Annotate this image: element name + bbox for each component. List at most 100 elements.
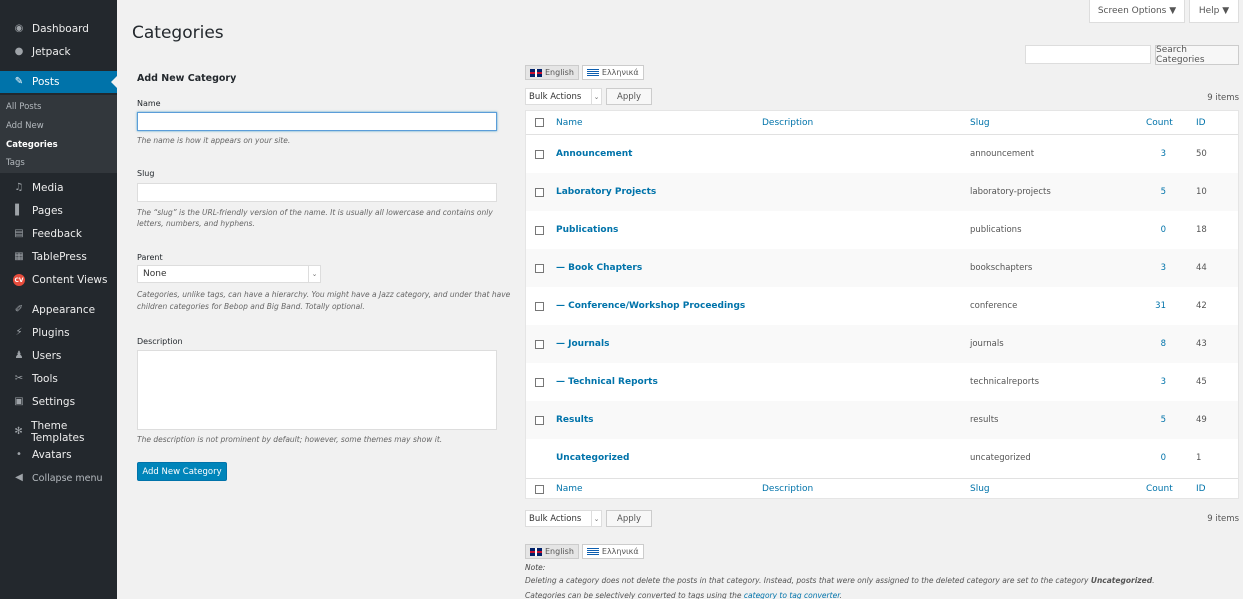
category-id: 50	[1196, 149, 1207, 159]
submenu-categories[interactable]: Categories	[6, 140, 58, 150]
category-name[interactable]: — Conference/Workshop Proceedings	[556, 301, 745, 311]
content-views-icon: CV	[13, 274, 25, 286]
submenu-add-new[interactable]: Add New	[6, 121, 44, 131]
menu-pages[interactable]: ▌ Pages	[0, 200, 117, 222]
col-name[interactable]: Name	[556, 484, 583, 494]
row-checkbox[interactable]	[535, 263, 544, 273]
category-count[interactable]: 8	[1146, 339, 1166, 349]
category-id: 18	[1196, 225, 1207, 235]
chevron-down-icon: ⌄	[308, 266, 320, 282]
menu-theme-templates[interactable]: ✻ Theme Templates	[0, 420, 117, 444]
category-count[interactable]: 0	[1146, 453, 1166, 463]
row-checkbox[interactable]	[535, 187, 544, 197]
row-checkbox[interactable]	[535, 377, 544, 387]
category-count[interactable]: 3	[1146, 263, 1166, 273]
menu-collapse[interactable]: ◀ Collapse menu	[0, 467, 117, 489]
category-name[interactable]: — Journals	[556, 339, 609, 349]
submenu-all-posts[interactable]: All Posts	[6, 102, 41, 112]
language-switcher: English Ελληνικά	[525, 65, 644, 80]
select-all-checkbox[interactable]	[535, 118, 544, 127]
menu-settings[interactable]: ▣ Settings	[0, 391, 117, 413]
plugin-icon: ⚡	[15, 327, 23, 338]
row-checkbox[interactable]	[535, 225, 544, 235]
slug-hint: letters, numbers, and hyphens.	[137, 219, 255, 228]
note-text-part: Deleting a category does not delete the …	[525, 576, 1091, 585]
description-field[interactable]	[137, 350, 497, 430]
submenu-tags[interactable]: Tags	[6, 158, 25, 168]
category-name[interactable]: — Book Chapters	[556, 263, 642, 273]
category-count[interactable]: 5	[1146, 187, 1166, 197]
col-slug[interactable]: Slug	[970, 118, 990, 128]
col-name[interactable]: Name	[556, 118, 583, 128]
category-name[interactable]: Publications	[556, 225, 618, 235]
category-slug: technicalreports	[970, 377, 1040, 387]
category-name[interactable]: Uncategorized	[556, 453, 629, 463]
category-name[interactable]: — Technical Reports	[556, 377, 658, 387]
row-checkbox[interactable]	[535, 149, 544, 159]
settings-icon: ▣	[14, 396, 24, 407]
lang-english[interactable]: English	[525, 65, 579, 80]
menu-jetpack[interactable]: ● Jetpack	[0, 41, 117, 63]
menu-media[interactable]: ♫ Media	[0, 177, 117, 199]
category-count[interactable]: 3	[1146, 377, 1166, 387]
paintbrush-icon: ✐	[14, 304, 24, 315]
category-count[interactable]: 0	[1146, 225, 1166, 235]
menu-content-views[interactable]: CV Content Views	[0, 269, 117, 291]
bulk-actions-select[interactable]: Bulk Actions ⌄	[525, 510, 602, 527]
search-input[interactable]	[1025, 45, 1151, 64]
category-id: 1	[1196, 453, 1202, 463]
lang-greek[interactable]: Ελληνικά	[581, 65, 644, 80]
help-button[interactable]: Help ▼	[1189, 0, 1239, 23]
lang-english[interactable]: English	[525, 544, 579, 559]
menu-posts[interactable]: ✎ Posts	[0, 71, 117, 93]
select-all-checkbox[interactable]	[535, 484, 544, 494]
parent-select[interactable]: None ⌄	[137, 265, 321, 283]
col-count[interactable]: Count	[1146, 484, 1173, 494]
col-description[interactable]: Description	[762, 118, 813, 128]
col-count[interactable]: Count	[1146, 118, 1173, 128]
menu-feedback[interactable]: ▤ Feedback	[0, 223, 117, 245]
apply-button[interactable]: Apply	[606, 88, 652, 105]
menu-dashboard[interactable]: ◉ Dashboard	[0, 18, 117, 40]
category-count[interactable]: 5	[1146, 415, 1166, 425]
slug-field[interactable]	[137, 183, 497, 202]
menu-avatars[interactable]: • Avatars	[0, 444, 117, 466]
categories-table: Name Description Slug Count ID Announcem…	[525, 110, 1239, 499]
lang-greek[interactable]: Ελληνικά	[581, 544, 644, 559]
screen-options-button[interactable]: Screen Options ▼	[1089, 0, 1185, 23]
category-name[interactable]: Announcement	[556, 149, 632, 159]
table-row: — Journals journals 8 43	[526, 325, 1238, 363]
col-id[interactable]: ID	[1196, 118, 1206, 128]
category-slug: publications	[970, 225, 1022, 235]
row-checkbox[interactable]	[535, 415, 544, 425]
menu-appearance[interactable]: ✐ Appearance	[0, 299, 117, 321]
parent-hint: children categories for Bebop and Big Ba…	[137, 302, 365, 311]
menu-plugins[interactable]: ⚡ Plugins	[0, 322, 117, 344]
language-switcher: English Ελληνικά	[525, 544, 644, 559]
category-name[interactable]: Results	[556, 415, 594, 425]
add-new-category-button[interactable]: Add New Category	[137, 462, 227, 481]
name-field[interactable]	[137, 112, 497, 131]
search-categories-button[interactable]: Search Categories	[1155, 45, 1239, 65]
menu-tools[interactable]: ✂ Tools	[0, 368, 117, 390]
menu-users[interactable]: ♟ Users	[0, 345, 117, 367]
menu-label: Pages	[32, 205, 63, 217]
name-label: Name	[137, 99, 161, 108]
category-to-tag-converter-link[interactable]: category to tag converter	[744, 591, 840, 599]
parent-hint: Categories, unlike tags, can have a hier…	[137, 290, 511, 299]
apply-button[interactable]: Apply	[606, 510, 652, 527]
col-description[interactable]: Description	[762, 484, 813, 494]
category-count[interactable]: 31	[1146, 301, 1166, 311]
row-checkbox[interactable]	[535, 301, 544, 311]
posts-submenu: All Posts Add New Categories Tags	[0, 95, 117, 173]
gear-icon: ✻	[14, 426, 23, 437]
category-name[interactable]: Laboratory Projects	[556, 187, 656, 197]
category-count[interactable]: 3	[1146, 149, 1166, 159]
menu-tablepress[interactable]: ▦ TablePress	[0, 246, 117, 268]
col-slug[interactable]: Slug	[970, 484, 990, 494]
row-checkbox[interactable]	[535, 339, 544, 349]
bulk-actions-select[interactable]: Bulk Actions ⌄	[525, 88, 602, 105]
col-id[interactable]: ID	[1196, 484, 1206, 494]
lang-label: Ελληνικά	[601, 68, 639, 77]
menu-label: TablePress	[32, 251, 87, 263]
